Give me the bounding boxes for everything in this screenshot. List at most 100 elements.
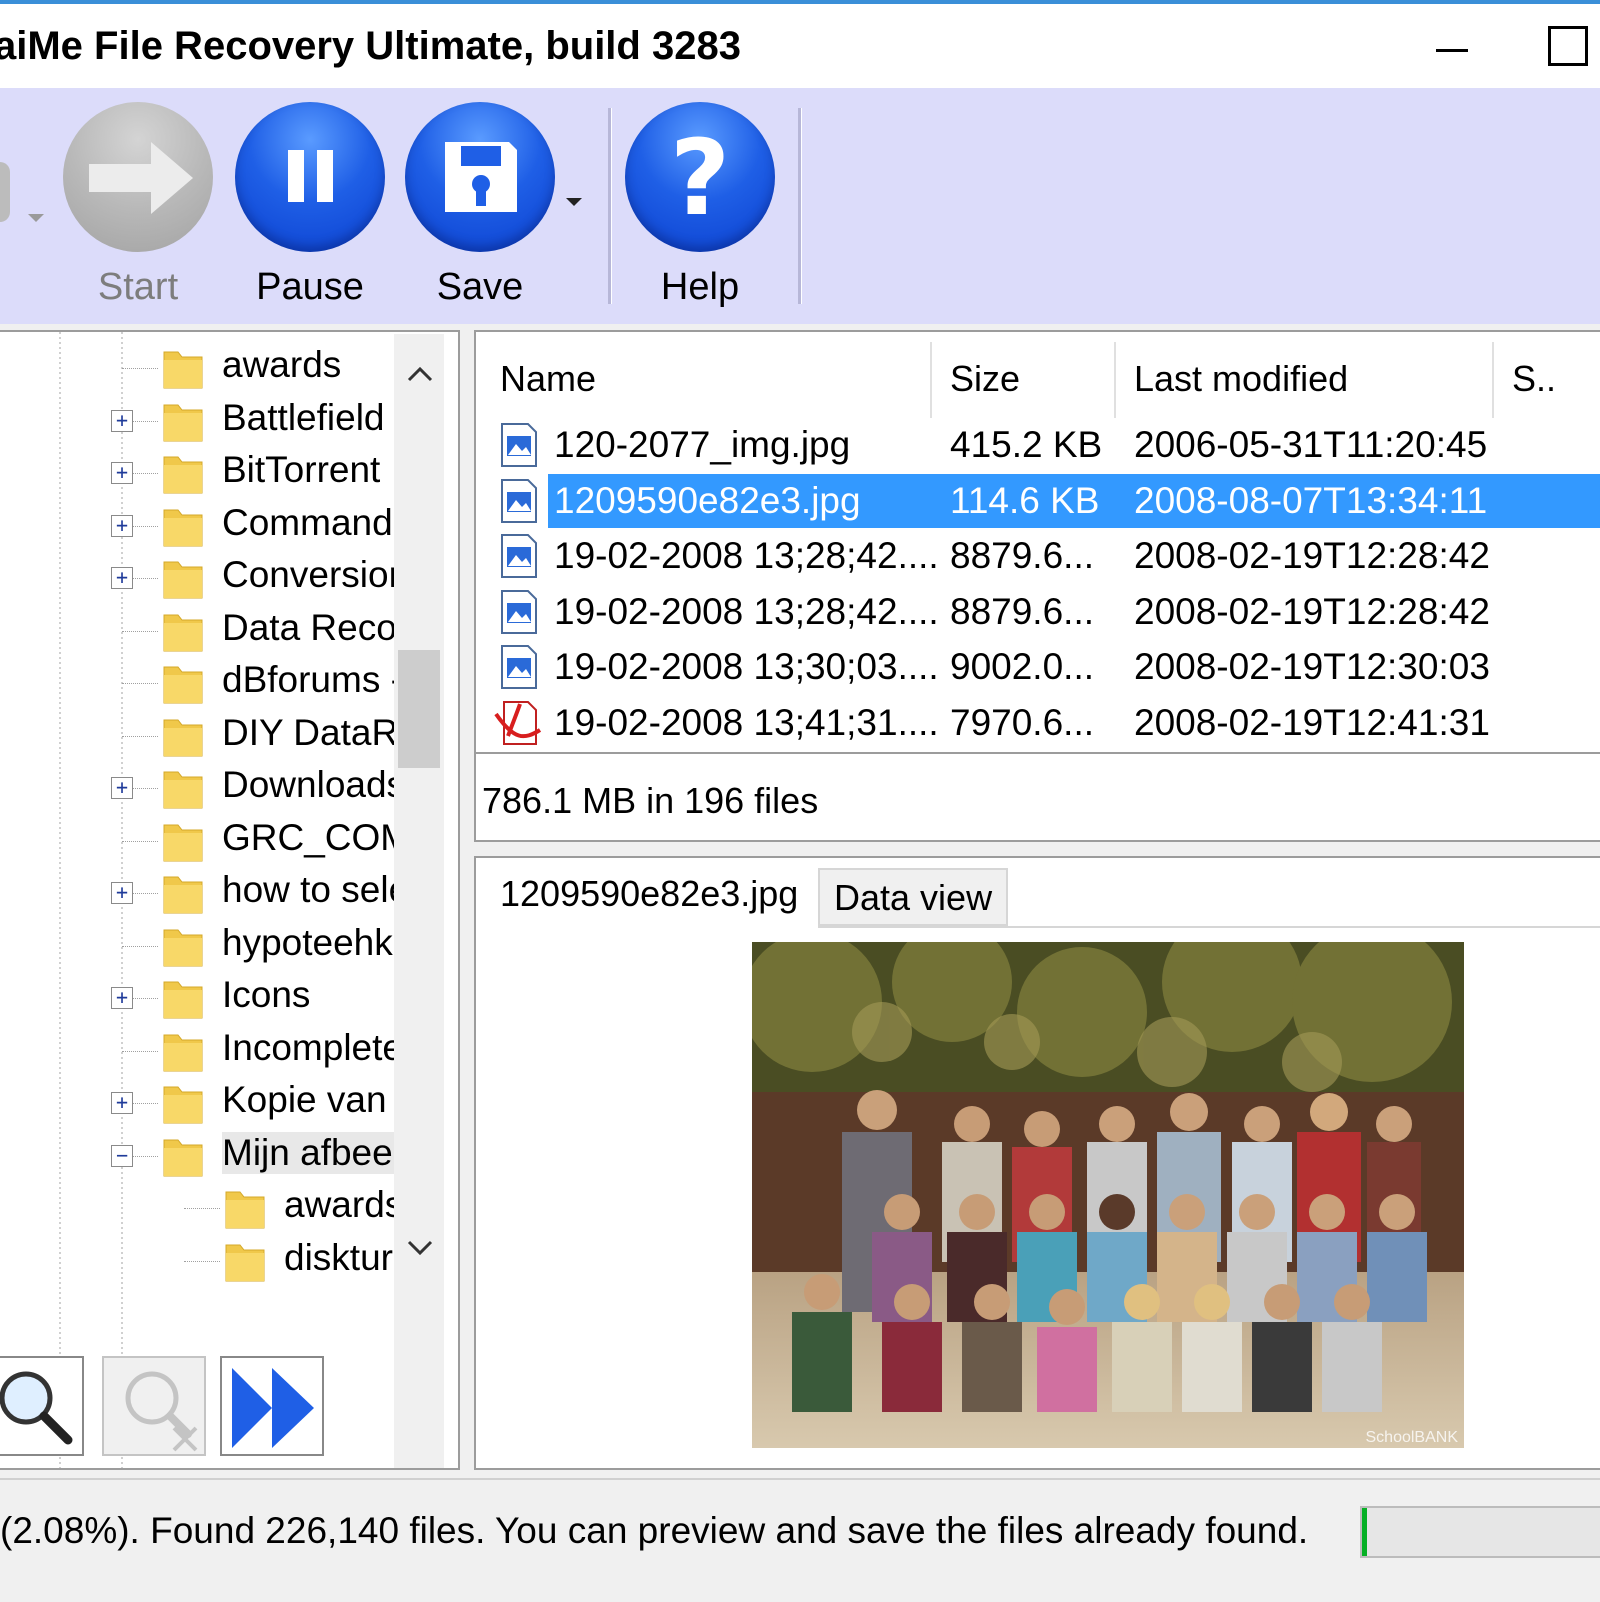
tree-item[interactable]: GRC_COM [0, 815, 394, 868]
column-header-name[interactable]: Name [500, 358, 596, 400]
file-modified: 2008-08-07T13:34:11 [1134, 479, 1488, 521]
folder-icon [162, 817, 204, 863]
file-name: 19-02-2008 13;30;03.... [554, 646, 939, 687]
tree-item[interactable]: DIY DataR [0, 710, 394, 763]
scroll-up-arrow-icon[interactable] [406, 358, 434, 392]
folder-icon [162, 974, 204, 1020]
expand-icon[interactable]: + [111, 462, 133, 484]
folder-icon [162, 869, 204, 915]
tree-item-label: hypoteehk [222, 921, 393, 963]
tree-item-label: awards [222, 344, 342, 385]
tree-item[interactable]: awards [0, 342, 394, 395]
tree-connector [122, 368, 158, 369]
tab-file-preview[interactable]: 1209590e82e3.jpg [500, 866, 798, 926]
tab-data-view[interactable]: Data view [818, 868, 1009, 926]
drive-select-button[interactable] [0, 102, 50, 312]
tree-item-label: Data Reco [222, 606, 394, 648]
expand-icon[interactable]: + [111, 1092, 133, 1114]
minimize-button[interactable] [1432, 16, 1472, 76]
window-title: aiMe File Recovery Ultimate, build 3283 [0, 24, 741, 68]
file-row[interactable]: 120-2077_img.jpg 415.2 KB 2006-05-31T11:20… [476, 418, 1600, 472]
tree-item[interactable]: + BitTorrent I [0, 447, 394, 500]
scroll-thumb[interactable] [398, 650, 440, 768]
tree-item-label: Command a [222, 501, 394, 543]
folder-icon [162, 922, 204, 968]
tree-item[interactable]: + how to sele [0, 867, 394, 920]
column-header-last-modified[interactable]: Last modified [1134, 358, 1348, 400]
file-modified: 2008-02-19T12:28:42 [1134, 535, 1490, 576]
status-text: (2.08%). Found 226,140 files. You can pr… [0, 1510, 1309, 1551]
file-size: 415.2 KB [950, 424, 1103, 465]
column-separator[interactable] [1114, 342, 1116, 418]
tree-item[interactable]: hypoteehk [0, 920, 394, 973]
file-modified: 2008-02-19T12:41:31 [1134, 701, 1490, 743]
expand-icon[interactable]: + [111, 987, 133, 1009]
tree-item[interactable]: Incomplete [0, 1025, 394, 1078]
tree-item-label: how to sele [222, 869, 394, 910]
tree-item[interactable]: − Mijn afbeel [0, 1130, 394, 1183]
tree-connector [122, 1050, 158, 1052]
fast-forward-icon [232, 1368, 314, 1448]
tree-item[interactable]: + Icons [0, 972, 394, 1025]
tree-item[interactable]: dBforums - [0, 657, 394, 710]
tree-item[interactable]: diskturn [0, 1235, 394, 1288]
scroll-down-arrow-icon[interactable] [406, 1238, 434, 1263]
clear-search-button[interactable] [102, 1356, 206, 1456]
expand-icon[interactable]: + [111, 567, 133, 589]
maximize-button[interactable] [1548, 26, 1588, 66]
file-modified: 2008-02-19T12:30:03 [1134, 646, 1490, 687]
pdf-file-icon [494, 700, 544, 746]
folder-icon [162, 764, 204, 810]
magnifier-clear-icon [125, 1371, 198, 1452]
start-button[interactable]: Start [58, 102, 218, 312]
pause-button[interactable]: Pause [230, 102, 390, 312]
file-row[interactable]: 1209590e82e3.jpg 114.6 KB 2008-08-07T13:34… [476, 473, 1600, 528]
expand-icon[interactable]: + [111, 777, 133, 799]
collapse-icon[interactable]: − [111, 1144, 133, 1167]
file-row[interactable]: 19-02-2008 13;41;31.... 7970.6... 2008-02-… [476, 696, 1600, 750]
tree-item[interactable]: + Conversion [0, 552, 394, 605]
tree-item[interactable]: + Downloads [0, 762, 394, 815]
help-button[interactable]: ? Help [620, 102, 780, 312]
tree-connector [122, 630, 158, 632]
fast-forward-button[interactable] [220, 1356, 324, 1456]
tree-connector [122, 840, 158, 842]
expand-icon[interactable]: + [111, 882, 133, 904]
drive-icon [0, 162, 10, 222]
expand-icon[interactable]: + [111, 409, 133, 432]
image-file-icon [500, 533, 538, 579]
tree-item-label: GRC_COM [222, 816, 394, 858]
image-watermark: SchoolBANK [1366, 1429, 1459, 1446]
tree-item[interactable]: Data Reco [0, 605, 394, 658]
image-file-icon [500, 589, 538, 635]
file-name: 120-2077_img.jpg [554, 424, 851, 465]
search-button[interactable] [0, 1356, 84, 1456]
toolbar-separator [608, 108, 612, 304]
start-label: Start [97, 266, 179, 308]
tree-connector [122, 683, 158, 684]
folder-icon [162, 1132, 204, 1178]
file-row[interactable]: 19-02-2008 13;30;03.... 9002.0... 2008-02-… [476, 640, 1600, 694]
tree-item-label: awards [284, 1184, 394, 1225]
tree-item[interactable]: + Kopie van [0, 1077, 394, 1130]
column-header-size[interactable]: Size [950, 358, 1020, 400]
tree-item[interactable]: + Command a [0, 500, 394, 553]
column-separator[interactable] [930, 342, 932, 418]
column-header-s[interactable]: S.. [1512, 358, 1556, 400]
arrow-right-icon [63, 102, 213, 252]
column-separator[interactable] [1492, 342, 1494, 418]
tree-vertical-scrollbar[interactable] [394, 334, 444, 1468]
folder-icon [162, 1027, 204, 1073]
folder-icon [162, 659, 204, 705]
tree-item[interactable]: awards [0, 1182, 394, 1235]
save-button[interactable]: Save [400, 102, 560, 312]
save-label: Save [436, 266, 524, 308]
folder-icon [162, 344, 204, 390]
file-row[interactable]: 19-02-2008 13;28;42.... 8879.6... 2008-02-… [476, 529, 1600, 583]
file-size: 7970.6... [950, 701, 1095, 743]
save-dropdown-arrow-icon[interactable] [566, 198, 582, 206]
file-row[interactable]: 19-02-2008 13;28;42.... 8879.6... 2008-02-… [476, 585, 1600, 639]
folder-icon [224, 1237, 266, 1283]
expand-icon[interactable]: + [111, 514, 133, 537]
tree-item[interactable]: + Battlefield 2 [0, 395, 394, 448]
